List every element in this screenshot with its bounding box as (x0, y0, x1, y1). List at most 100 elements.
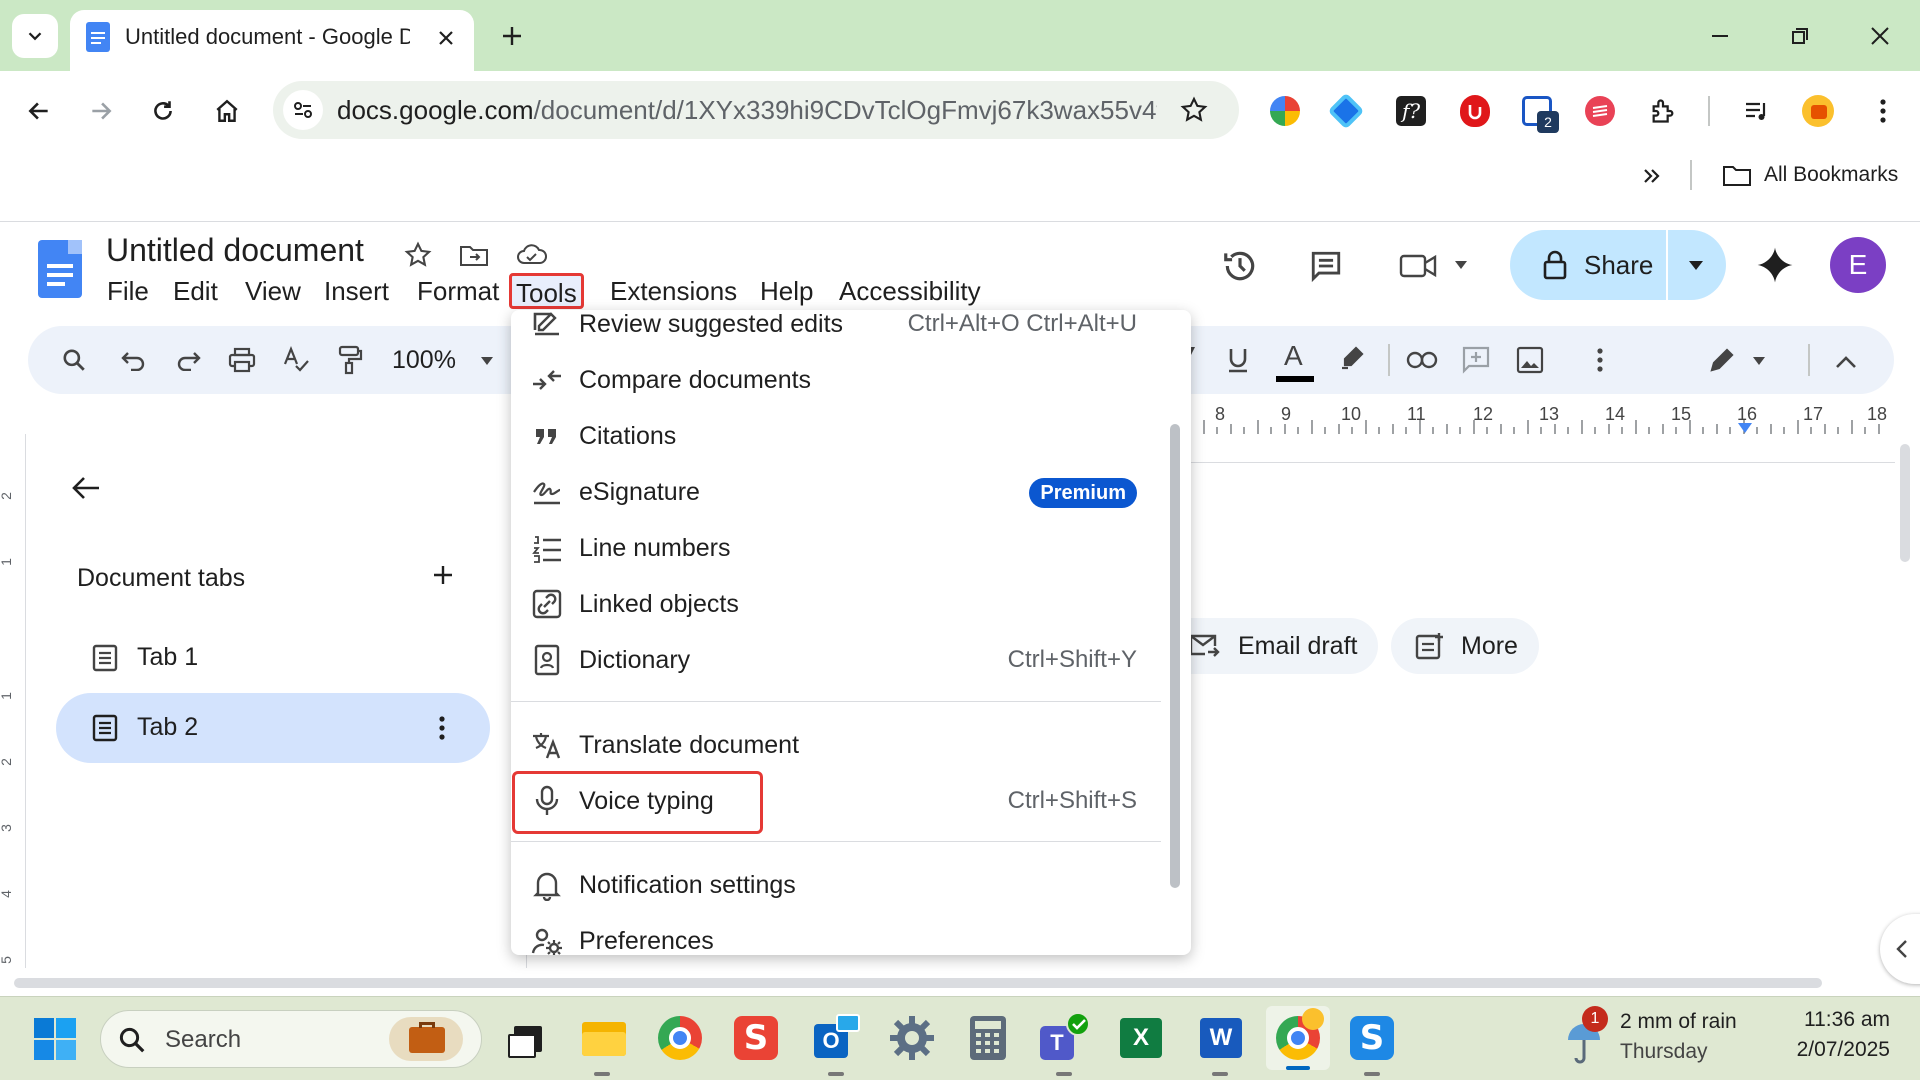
forward-arrow-icon[interactable] (80, 90, 122, 132)
menu-item-review-suggested-edits[interactable]: Review suggested edits Ctrl+Alt+O Ctrl+A… (511, 310, 1191, 352)
bookmark-star-icon[interactable] (1177, 93, 1211, 127)
horizontal-scrollbar-thumb[interactable] (14, 978, 1822, 988)
insert-image-icon[interactable] (1510, 340, 1550, 380)
more-tools-kebab-icon[interactable] (1582, 340, 1618, 380)
sidebar-tab-item-selected[interactable]: Tab 2 (56, 693, 490, 763)
menu-edit[interactable]: Edit (169, 272, 222, 310)
url-text[interactable]: docs.google.com/document/d/1XYx339hi9CDv… (337, 95, 1157, 126)
close-tab-icon[interactable] (432, 24, 460, 52)
settings-gear-icon[interactable] (884, 1010, 940, 1066)
hide-outline-back-arrow-icon[interactable] (64, 466, 108, 510)
menu-item-line-numbers[interactable]: Line numbers (511, 520, 1191, 576)
app-s-blue-icon[interactable]: S (1344, 1010, 1400, 1076)
paint-format-icon[interactable] (332, 342, 368, 378)
insert-link-icon[interactable] (1402, 340, 1442, 380)
back-arrow-icon[interactable] (18, 90, 60, 132)
undo-icon[interactable] (116, 342, 152, 378)
gemini-sparkle-icon[interactable] (1752, 242, 1798, 288)
menu-item-translate-document[interactable]: Translate document (511, 717, 1191, 773)
taskbar-search-box[interactable]: Search (100, 1010, 482, 1068)
add-comment-icon[interactable] (1456, 340, 1496, 380)
menu-item-linked-objects[interactable]: Linked objects (511, 576, 1191, 632)
outlook-icon[interactable]: O (808, 1010, 864, 1076)
editing-mode-select[interactable] (1700, 340, 1780, 380)
menu-item-dictionary[interactable]: Dictionary Ctrl+Shift+Y (511, 632, 1191, 688)
home-icon[interactable] (206, 90, 248, 132)
restore-window-icon[interactable] (1778, 16, 1822, 56)
spellcheck-icon[interactable] (278, 342, 314, 378)
close-window-icon[interactable] (1858, 16, 1902, 56)
reload-icon[interactable] (142, 90, 184, 132)
browser-tab-active[interactable]: Untitled document - Google Do (70, 10, 474, 71)
highlight-color-icon[interactable] (1334, 340, 1370, 376)
document-title[interactable]: Untitled document (106, 232, 364, 269)
chrome-taskbar-icon[interactable] (652, 1010, 708, 1066)
address-bar[interactable]: docs.google.com/document/d/1XYx339hi9CDv… (273, 81, 1239, 139)
menu-extensions[interactable]: Extensions (606, 272, 741, 310)
side-panel-expand-chevron-icon[interactable] (1880, 914, 1920, 984)
meet-button[interactable] (1396, 242, 1476, 290)
extensions-puzzle-icon[interactable] (1646, 94, 1680, 128)
more-chip[interactable]: More (1391, 618, 1539, 674)
site-info-icon[interactable] (283, 90, 323, 130)
browser-menu-kebab-icon[interactable] (1866, 94, 1900, 128)
version-history-icon[interactable] (1216, 242, 1264, 290)
tab-search-button[interactable] (12, 14, 58, 58)
menu-tools[interactable]: Tools (509, 273, 584, 309)
docs-logo-icon[interactable] (38, 240, 82, 298)
print-icon[interactable] (224, 342, 260, 378)
menu-help[interactable]: Help (756, 272, 817, 310)
vertical-scrollbar-thumb[interactable] (1900, 444, 1910, 562)
search-menus-icon[interactable] (56, 342, 92, 378)
new-tab-plus-icon[interactable] (494, 18, 530, 54)
move-folder-icon[interactable] (456, 237, 492, 273)
collapse-menus-chevron-up-icon[interactable] (1826, 342, 1866, 382)
menu-item-compare-documents[interactable]: Compare documents (511, 352, 1191, 408)
redo-icon[interactable] (170, 342, 206, 378)
teams-icon[interactable]: T (1036, 1010, 1092, 1076)
comments-icon[interactable] (1302, 242, 1350, 290)
user-avatar[interactable]: E (1830, 237, 1886, 293)
extension-red-circle-icon[interactable] (1585, 96, 1615, 126)
menu-item-notification-settings[interactable]: Notification settings (511, 857, 1191, 913)
extension-red-shield-icon[interactable] (1460, 95, 1490, 127)
excel-icon[interactable]: X (1112, 1010, 1168, 1066)
text-color-button[interactable]: A (1274, 340, 1316, 384)
underline-icon[interactable] (1220, 340, 1256, 380)
windows-start-icon[interactable] (34, 1018, 76, 1060)
taskbar-clock[interactable]: 11:36 am 2/07/2025 (1770, 1008, 1890, 1068)
menu-insert[interactable]: Insert (320, 272, 393, 310)
weather-widget[interactable]: 1 2 mm of rain Thursday (1560, 1006, 1760, 1070)
menu-item-preferences[interactable]: Preferences (511, 913, 1191, 955)
right-indent-marker-icon[interactable] (1737, 422, 1753, 434)
add-tab-plus-icon[interactable] (428, 560, 458, 590)
all-bookmarks-label: All Bookmarks (1764, 163, 1899, 186)
tab-options-kebab-icon[interactable] (438, 715, 446, 741)
share-button[interactable]: Share (1510, 230, 1726, 300)
minimize-window-icon[interactable] (1698, 16, 1742, 56)
sidebar-tab-item[interactable]: Tab 1 (56, 630, 490, 686)
profile-avatar[interactable] (1802, 95, 1834, 127)
star-document-icon[interactable] (400, 237, 436, 273)
word-icon[interactable]: W (1192, 1010, 1248, 1076)
all-bookmarks-button[interactable]: All Bookmarks (1720, 160, 1900, 192)
menu-view[interactable]: View (241, 272, 305, 310)
menu-item-esignature[interactable]: eSignature Premium (511, 464, 1191, 520)
menu-item-citations[interactable]: Citations (511, 408, 1191, 464)
file-explorer-icon[interactable] (576, 1010, 632, 1076)
task-view-icon[interactable] (502, 1010, 558, 1066)
menu-format[interactable]: Format (413, 272, 503, 310)
extension-font-icon[interactable]: f? (1396, 96, 1426, 126)
menu-file[interactable]: File (103, 272, 153, 310)
bookmarks-overflow-chevron-icon[interactable] (1636, 160, 1668, 192)
app-s-red-icon[interactable]: S (728, 1010, 784, 1066)
chrome-active-taskbar-icon[interactable] (1266, 1006, 1330, 1070)
email-draft-chip[interactable]: Email draft (1160, 618, 1378, 674)
extension-badge-icon[interactable]: 2 (1522, 96, 1559, 133)
menu-accessibility[interactable]: Accessibility (835, 272, 985, 310)
media-control-icon[interactable] (1740, 94, 1774, 128)
calculator-icon[interactable] (960, 1010, 1016, 1066)
menu-scrollbar-thumb[interactable] (1170, 424, 1180, 888)
extension-colorful-icon[interactable] (1270, 96, 1300, 126)
zoom-select[interactable]: 100% (386, 340, 502, 380)
